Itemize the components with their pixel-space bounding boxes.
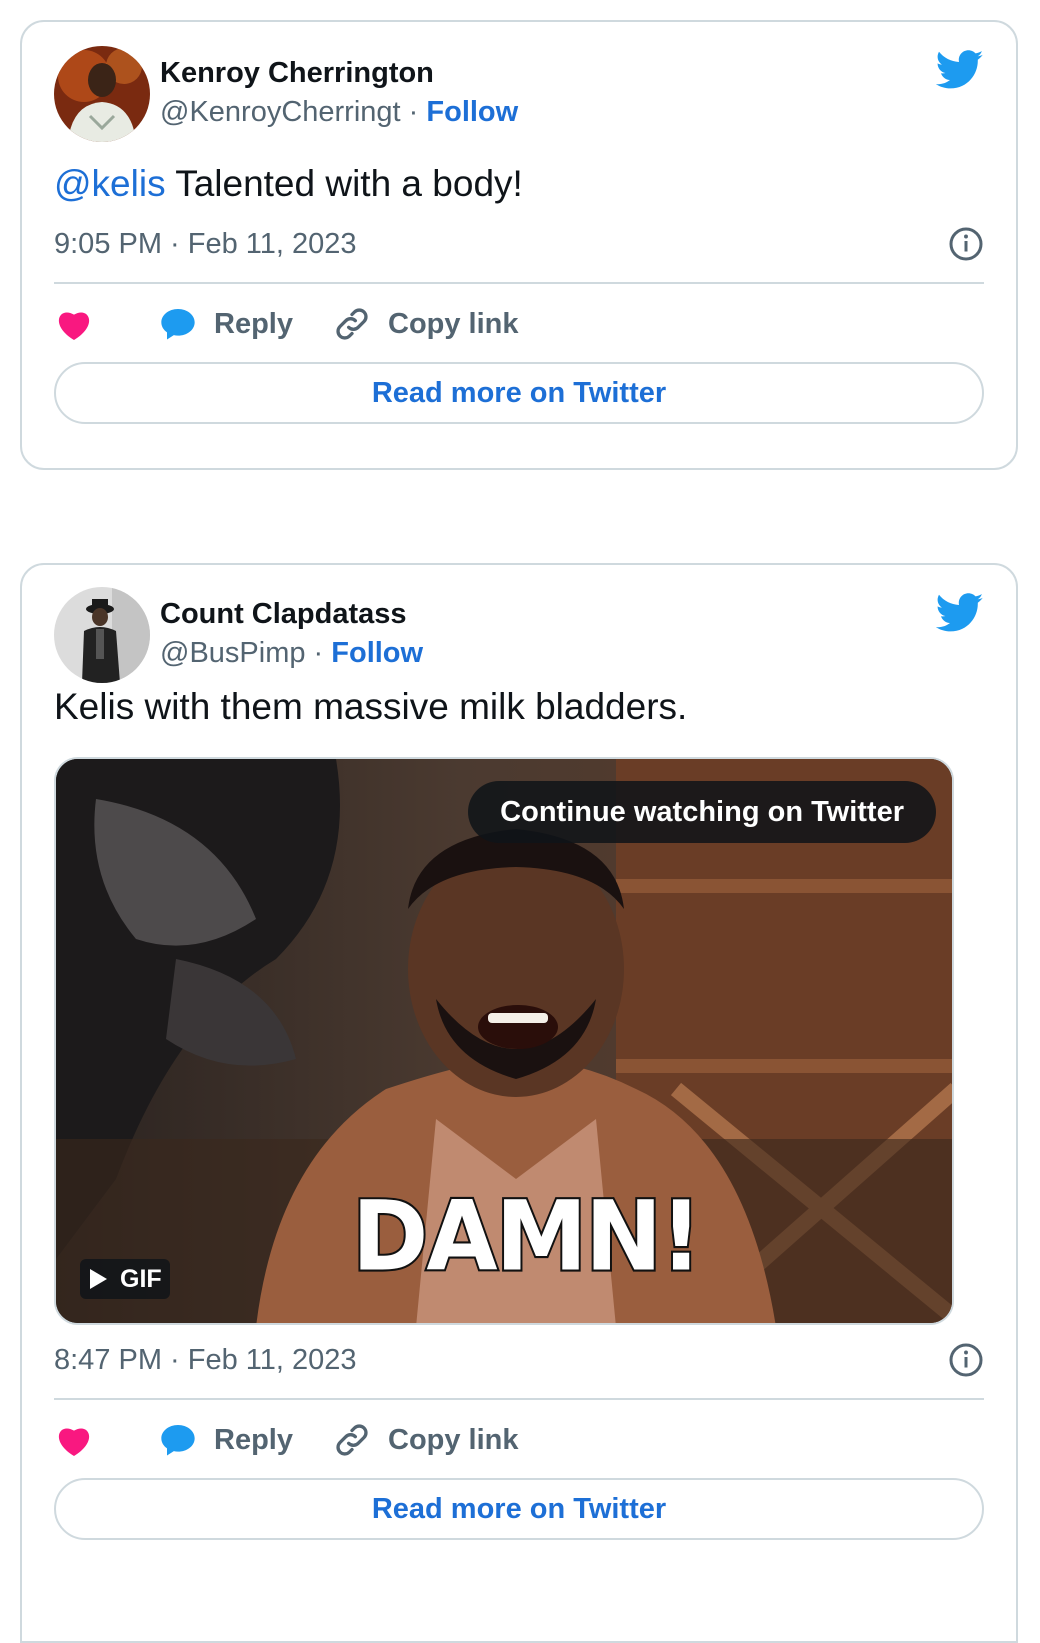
gif-caption: DAMN! (350, 1178, 704, 1295)
heart-icon (58, 1428, 90, 1456)
copy-link-button[interactable]: Copy link (332, 302, 519, 346)
handle-line: @KenroyCherringt · Follow (160, 95, 518, 129)
avatar[interactable] (54, 46, 150, 142)
mention-link[interactable]: @kelis (54, 163, 166, 204)
reply-bubble-icon (161, 309, 195, 340)
avatar[interactable] (54, 587, 150, 683)
play-icon (90, 1269, 107, 1289)
reply-button[interactable]: Reply (158, 302, 293, 346)
link-icon (336, 308, 368, 340)
heart-icon (58, 312, 90, 340)
divider (54, 282, 984, 284)
reply-button[interactable]: Reply (158, 1418, 293, 1462)
read-more-button[interactable]: Read more on Twitter (54, 362, 984, 424)
author-handle[interactable]: @BusPimp (160, 637, 305, 669)
separator: · (305, 637, 332, 669)
divider (54, 1398, 984, 1400)
like-button[interactable] (54, 302, 94, 346)
reply-label: Reply (214, 1423, 293, 1456)
link-icon (336, 1424, 368, 1456)
info-icon[interactable] (948, 1342, 984, 1378)
copy-link-label: Copy link (388, 307, 519, 340)
twitter-bird-icon[interactable] (936, 50, 984, 90)
tweet-text: @kelis Talented with a body! (54, 162, 523, 206)
tweet-text: Kelis with them massive milk bladders. (54, 686, 688, 727)
tweet-card: Kenroy Cherrington @KenroyCherringt · Fo… (20, 20, 1018, 470)
like-button[interactable] (54, 1418, 94, 1462)
tweet-body: Talented with a body! (165, 163, 523, 204)
info-icon[interactable] (948, 226, 984, 262)
gif-badge[interactable]: GIF (80, 1259, 170, 1299)
twitter-bird-icon[interactable] (936, 593, 984, 633)
gif-label: GIF (120, 1264, 162, 1293)
reply-label: Reply (214, 307, 293, 340)
separator: · (400, 96, 427, 128)
timestamp[interactable]: 9:05 PM · Feb 11, 2023 (54, 227, 357, 261)
author-handle[interactable]: @KenroyCherringt (160, 96, 401, 128)
copy-link-button[interactable]: Copy link (332, 1418, 519, 1462)
tweet-card: Count Clapdatass @BusPimp · Follow Kelis… (20, 563, 1018, 1643)
continue-watching-button[interactable]: Continue watching on Twitter (468, 781, 936, 843)
timestamp[interactable]: 8:47 PM · Feb 11, 2023 (54, 1343, 357, 1377)
follow-button[interactable]: Follow (426, 96, 518, 128)
author-name[interactable]: Kenroy Cherrington (160, 56, 434, 90)
reply-bubble-icon (161, 1425, 195, 1456)
copy-link-label: Copy link (388, 1423, 519, 1456)
follow-button[interactable]: Follow (331, 637, 423, 669)
gif-media[interactable]: DAMN! Continue watching on Twitter GIF (54, 757, 954, 1325)
read-more-button[interactable]: Read more on Twitter (54, 1478, 984, 1540)
author-name[interactable]: Count Clapdatass (160, 597, 407, 631)
handle-line: @BusPimp · Follow (160, 636, 423, 670)
